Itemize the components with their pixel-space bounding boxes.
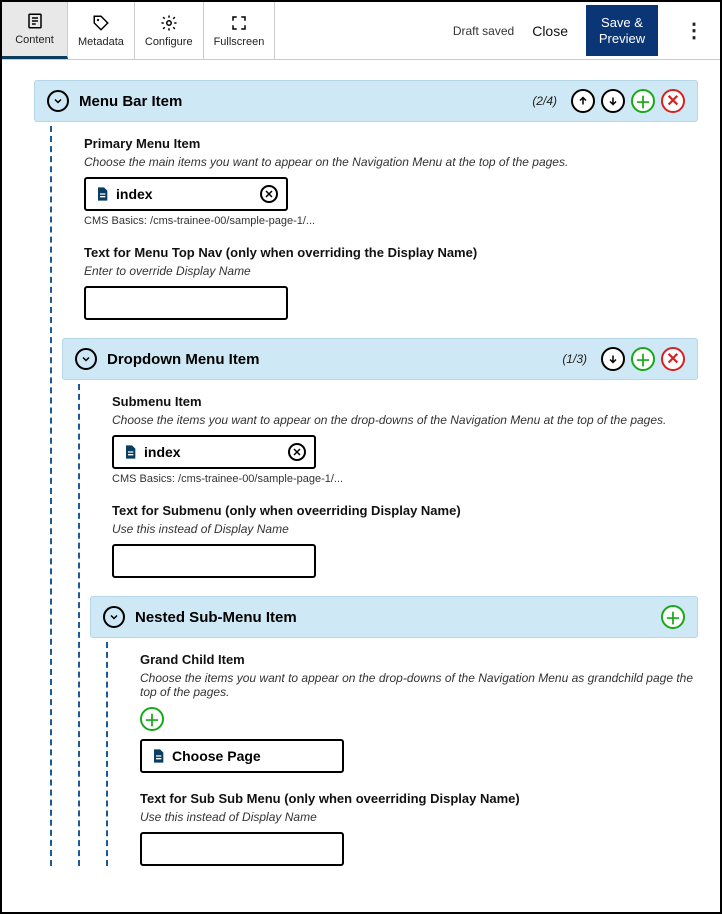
section-header-dropdown: Dropdown Menu Item (1/3) ＋ ✕ [62, 338, 698, 380]
field-label-primary: Primary Menu Item [84, 136, 698, 151]
document-icon [94, 186, 110, 202]
top-toolbar: Content Metadata Configure Fullscreen Dr… [2, 2, 720, 60]
section-title-menu-bar: Menu Bar Item [79, 93, 532, 110]
field-primary-menu-item: Primary Menu Item Choose the main items … [84, 136, 698, 227]
chevron-down-icon [80, 353, 92, 365]
collapse-toggle-dropdown[interactable] [75, 348, 97, 370]
section-counter-menu-bar: (2/4) [532, 94, 557, 108]
field-submenu-item: Submenu Item Choose the items you want t… [112, 394, 698, 485]
chip-text-primary: index [116, 186, 260, 202]
text-input-topnav[interactable] [84, 286, 288, 320]
field-text-menu-top-nav: Text for Menu Top Nav (only when overrid… [84, 245, 698, 320]
collapse-toggle-nested[interactable] [103, 606, 125, 628]
field-help-override-topnav: Enter to override Display Name [84, 264, 698, 278]
field-text-subsubmenu: Text for Sub Sub Menu (only when oveerri… [140, 791, 698, 866]
tab-metadata[interactable]: Metadata [68, 2, 135, 59]
add-button-menu-bar[interactable]: ＋ [631, 89, 655, 113]
fullscreen-icon [230, 14, 248, 32]
section-title-nested: Nested Sub-Menu Item [135, 609, 655, 626]
field-text-submenu: Text for Submenu (only when oveerriding … [112, 503, 698, 578]
move-down-button[interactable] [601, 89, 625, 113]
chip-clear-primary[interactable]: ✕ [260, 185, 278, 203]
chip-text-submenu: index [144, 444, 288, 460]
remove-button-dropdown[interactable]: ✕ [661, 347, 685, 371]
choose-page-text: Choose Page [172, 748, 334, 764]
field-label-override-submenu: Text for Submenu (only when oveerriding … [112, 503, 698, 518]
page-chip-primary[interactable]: index ✕ [84, 177, 288, 211]
add-page-button-grand[interactable]: ＋ [140, 707, 164, 731]
field-help-primary: Choose the main items you want to appear… [84, 155, 698, 169]
gear-icon [160, 14, 178, 32]
add-button-dropdown[interactable]: ＋ [631, 347, 655, 371]
move-up-button[interactable] [571, 89, 595, 113]
field-label-grand: Grand Child Item [140, 652, 698, 667]
tab-content[interactable]: Content [2, 2, 68, 59]
page-chip-submenu[interactable]: index ✕ [112, 435, 316, 469]
section-title-dropdown: Dropdown Menu Item [107, 351, 562, 368]
tab-fullscreen[interactable]: Fullscreen [204, 2, 276, 59]
collapse-toggle-menu-bar[interactable] [47, 90, 69, 112]
tab-configure[interactable]: Configure [135, 2, 204, 59]
chip-path-submenu: CMS Basics: /cms-trainee-00/sample-page-… [112, 473, 698, 485]
tab-metadata-label: Metadata [78, 36, 124, 48]
field-help-grand: Choose the items you want to appear on t… [140, 671, 698, 699]
arrow-down-icon [607, 95, 619, 107]
choose-page-chip[interactable]: Choose Page [140, 739, 344, 773]
arrow-down-icon [607, 353, 619, 365]
document-icon [122, 444, 138, 460]
chip-path-primary: CMS Basics: /cms-trainee-00/sample-page-… [84, 215, 698, 227]
field-help-submenu: Choose the items you want to appear on t… [112, 413, 698, 427]
text-input-submenu[interactable] [112, 544, 316, 578]
add-button-nested[interactable]: ＋ [661, 605, 685, 629]
field-label-override-topnav: Text for Menu Top Nav (only when overrid… [84, 245, 698, 260]
field-label-override-subsub: Text for Sub Sub Menu (only when oveerri… [140, 791, 698, 806]
close-button[interactable]: Close [532, 23, 568, 39]
section-header-menu-bar: Menu Bar Item (2/4) ＋ ✕ [34, 80, 698, 122]
field-help-override-submenu: Use this instead of Display Name [112, 522, 698, 536]
tab-content-label: Content [15, 34, 54, 46]
remove-button-menu-bar[interactable]: ✕ [661, 89, 685, 113]
chevron-down-icon [52, 95, 64, 107]
text-input-subsub[interactable] [140, 832, 344, 866]
arrow-up-icon [577, 95, 589, 107]
chevron-down-icon [108, 611, 120, 623]
document-icon [150, 748, 166, 764]
chip-clear-submenu[interactable]: ✕ [288, 443, 306, 461]
tab-fullscreen-label: Fullscreen [214, 36, 265, 48]
save-preview-button[interactable]: Save & Preview [586, 5, 658, 56]
kebab-menu-icon[interactable]: ⋮ [676, 18, 712, 43]
tab-configure-label: Configure [145, 36, 193, 48]
field-grand-child: Grand Child Item Choose the items you wa… [140, 652, 698, 773]
content-icon [26, 12, 44, 30]
field-label-submenu: Submenu Item [112, 394, 698, 409]
section-counter-dropdown: (1/3) [562, 352, 587, 366]
section-header-nested-sub: Nested Sub-Menu Item ＋ [90, 596, 698, 638]
draft-saved-text: Draft saved [453, 24, 514, 38]
move-down-button-dropdown[interactable] [601, 347, 625, 371]
tag-icon [92, 14, 110, 32]
field-help-override-subsub: Use this instead of Display Name [140, 810, 698, 824]
